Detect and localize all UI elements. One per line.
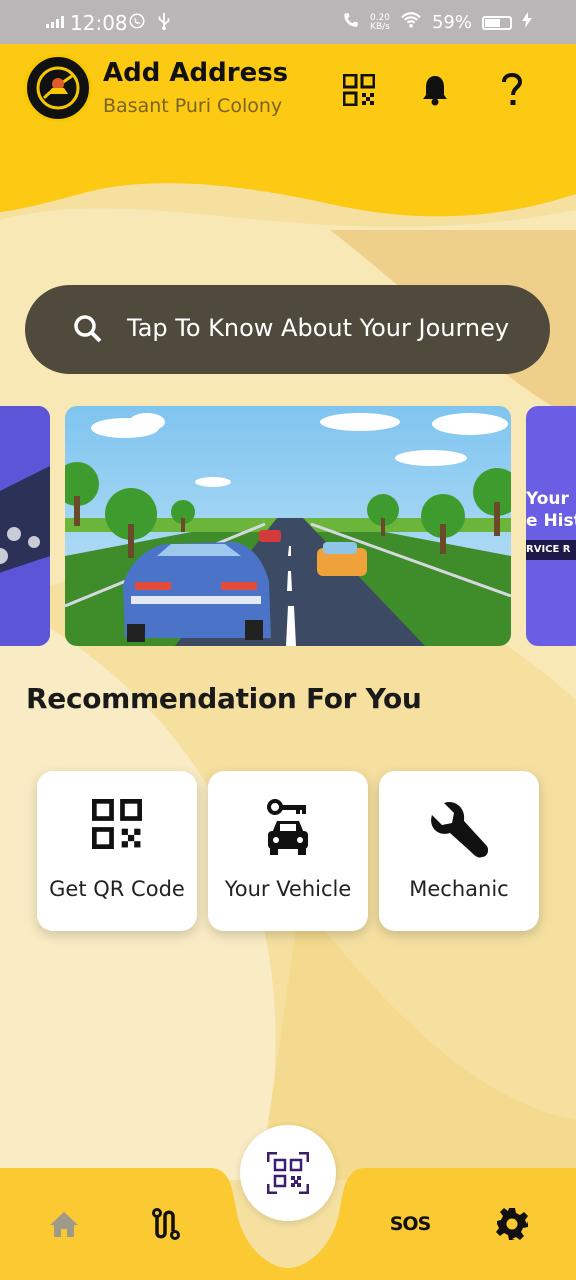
notifications-button[interactable] bbox=[413, 68, 457, 112]
nav-home[interactable] bbox=[40, 1200, 88, 1248]
nav-route[interactable] bbox=[142, 1200, 190, 1248]
banner-next-line-3: RVICE R bbox=[526, 540, 576, 560]
carousel-banner-next[interactable]: Your e Hist RVICE R bbox=[526, 406, 576, 646]
card-label: Your Vehicle bbox=[224, 877, 352, 901]
network-speed: 0.20 KB/s bbox=[370, 13, 390, 32]
route-icon bbox=[152, 1208, 180, 1240]
carousel-banner-highway[interactable] bbox=[65, 406, 511, 646]
search-placeholder: Tap To Know About Your Journey bbox=[127, 314, 510, 342]
header-subtitle[interactable]: Basant Puri Colony bbox=[103, 95, 282, 117]
header-title[interactable]: Add Address bbox=[103, 58, 288, 88]
status-bar: 12:08 0.20 KB/s 59% bbox=[0, 0, 576, 44]
banner-next-line-1: Your bbox=[526, 489, 569, 509]
qr-scan-icon bbox=[267, 1152, 309, 1194]
journey-search-bar[interactable]: Tap To Know About Your Journey bbox=[25, 285, 550, 374]
usb-icon bbox=[156, 12, 172, 34]
card-label: Mechanic bbox=[409, 877, 509, 901]
status-time: 12:08 bbox=[70, 11, 128, 35]
whatsapp-icon bbox=[128, 12, 146, 34]
card-label: Get QR Code bbox=[49, 877, 185, 901]
wifi-calling-icon bbox=[342, 11, 360, 34]
app-logo[interactable] bbox=[24, 54, 92, 122]
mechanic-card[interactable]: Mechanic bbox=[379, 771, 539, 931]
signal-icon bbox=[46, 14, 64, 28]
battery-percent: 59% bbox=[431, 12, 472, 33]
sos-icon: SOS bbox=[389, 1213, 432, 1235]
qr-code-button[interactable] bbox=[337, 68, 381, 112]
your-vehicle-card[interactable]: Your Vehicle bbox=[208, 771, 368, 931]
battery-icon bbox=[482, 15, 512, 30]
wifi-icon bbox=[400, 11, 422, 34]
carousel-banner-previous[interactable] bbox=[0, 406, 50, 646]
qr-code-icon bbox=[92, 799, 142, 849]
nav-sos[interactable]: SOS bbox=[386, 1200, 434, 1248]
qr-code-icon bbox=[343, 74, 375, 106]
banner-next-line-2: e Hist bbox=[526, 511, 576, 531]
scan-qr-button[interactable] bbox=[240, 1125, 336, 1221]
help-icon bbox=[502, 73, 523, 105]
search-icon bbox=[73, 314, 103, 348]
bell-icon bbox=[423, 76, 447, 106]
wrench-icon bbox=[431, 801, 489, 858]
get-qr-code-card[interactable]: Get QR Code bbox=[37, 771, 197, 931]
speed-unit: KB/s bbox=[370, 21, 390, 32]
car-key-icon bbox=[267, 799, 308, 855]
help-button[interactable] bbox=[490, 68, 534, 112]
recommendation-title: Recommendation For You bbox=[26, 682, 422, 715]
charging-icon bbox=[522, 12, 532, 33]
nav-settings[interactable] bbox=[488, 1200, 536, 1248]
home-icon bbox=[50, 1212, 78, 1237]
gear-icon bbox=[496, 1208, 528, 1240]
